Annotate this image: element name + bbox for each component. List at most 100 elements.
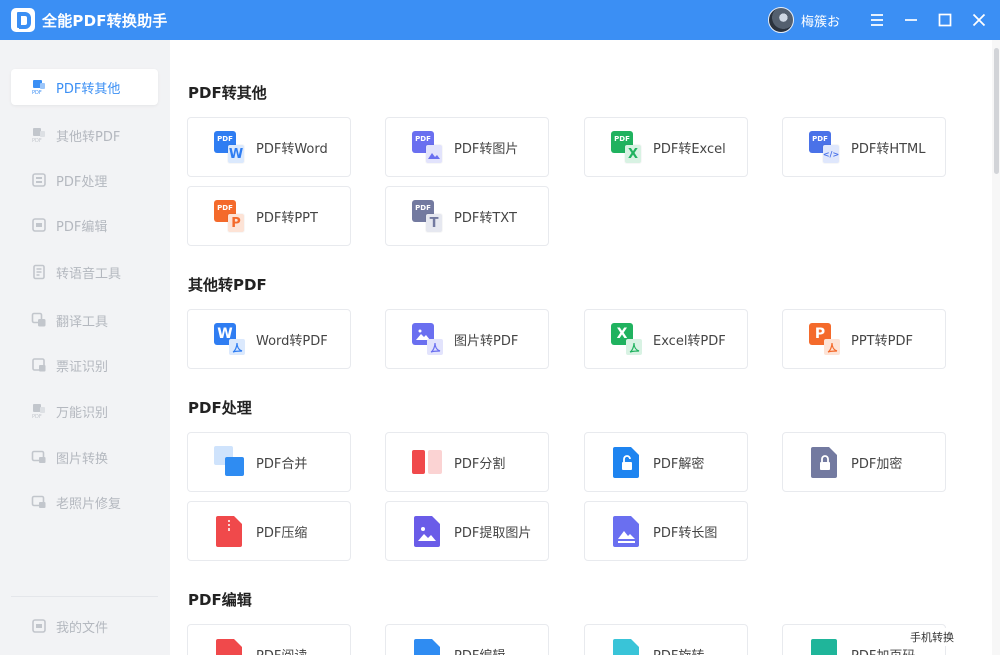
voice-document-icon bbox=[31, 264, 47, 280]
card-pdf-extract-image[interactable]: PDF提取图片 bbox=[385, 501, 549, 561]
pdf-merge-icon bbox=[214, 446, 246, 478]
sidebar-item-voice-tools[interactable]: 转语音工具 bbox=[11, 254, 158, 290]
pdf-to-word-icon: PDF W bbox=[214, 131, 246, 163]
username[interactable]: 梅簇お bbox=[801, 11, 840, 30]
card-label: PDF加密 bbox=[851, 456, 903, 472]
scrollbar[interactable] bbox=[992, 40, 1000, 655]
sidebar-item-label: 翻译工具 bbox=[56, 314, 109, 330]
card-pdf-read[interactable]: PDF阅读 bbox=[187, 624, 351, 655]
card-label: Word转PDF bbox=[256, 333, 328, 349]
svg-text:PDF: PDF bbox=[32, 414, 42, 419]
photo-repair-icon bbox=[31, 494, 47, 510]
sidebar-item-universal-recognition[interactable]: PDF 万能识别 bbox=[11, 393, 158, 429]
sidebar-item-label: PDF编辑 bbox=[56, 219, 108, 235]
close-icon[interactable] bbox=[962, 0, 996, 40]
card-pdf-rotate[interactable]: PDF旋转 bbox=[584, 624, 748, 655]
sidebar-item-pdf-edit[interactable]: PDF编辑 bbox=[11, 207, 158, 243]
image-convert-icon bbox=[31, 449, 47, 465]
ppt-to-pdf-icon: P bbox=[809, 323, 841, 355]
card-pdf-to-txt[interactable]: PDF T PDF转TXT bbox=[385, 186, 549, 246]
user-avatar[interactable] bbox=[767, 7, 794, 33]
card-pdf-to-excel[interactable]: PDF X PDF转Excel bbox=[584, 117, 748, 177]
pdf-to-image-icon: PDF bbox=[412, 131, 444, 163]
card-label: PDF编辑 bbox=[454, 645, 505, 655]
pdf-split-icon bbox=[412, 446, 444, 478]
card-pdf-compress[interactable]: PDF压缩 bbox=[187, 501, 351, 561]
universal-recognition-icon: PDF bbox=[31, 403, 47, 419]
card-label: 图片转PDF bbox=[454, 333, 519, 349]
card-pdf-to-long-image[interactable]: PDF转长图 bbox=[584, 501, 748, 561]
section-title: 其他转PDF bbox=[188, 276, 267, 294]
card-ppt-to-pdf[interactable]: P PPT转PDF bbox=[782, 309, 946, 369]
scrollbar-thumb[interactable] bbox=[994, 48, 999, 174]
card-label: PDF解密 bbox=[653, 456, 705, 472]
card-pdf-to-ppt[interactable]: PDF P PDF转PPT bbox=[187, 186, 351, 246]
sidebar-divider bbox=[11, 596, 158, 597]
card-image-to-pdf[interactable]: 图片转PDF bbox=[385, 309, 549, 369]
card-pdf-encrypt[interactable]: PDF加密 bbox=[782, 432, 946, 492]
card-label: PDF分割 bbox=[454, 456, 506, 472]
sidebar-item-label: 其他转PDF bbox=[56, 129, 121, 145]
card-label: PDF转TXT bbox=[454, 210, 517, 226]
sidebar-item-pdf-to-other[interactable]: PDF PDF转其他 bbox=[11, 69, 158, 105]
svg-text:PDF: PDF bbox=[32, 90, 42, 95]
pdf-read-icon bbox=[214, 638, 246, 655]
main-content: PDF转其他 PDF W PDF转Word PDF PDF转图片 PDF X P… bbox=[170, 40, 1000, 655]
card-pdf-decrypt[interactable]: PDF解密 bbox=[584, 432, 748, 492]
sidebar-item-pdf-process[interactable]: PDF处理 bbox=[11, 162, 158, 198]
card-pdf-to-image[interactable]: PDF PDF转图片 bbox=[385, 117, 549, 177]
maximize-icon[interactable] bbox=[928, 0, 962, 40]
card-pdf-split[interactable]: PDF分割 bbox=[385, 432, 549, 492]
pdf-convert-icon: PDF bbox=[31, 79, 47, 95]
pdf-to-html-icon: PDF </> bbox=[809, 131, 841, 163]
sidebar-item-other-to-pdf[interactable]: PDF 其他转PDF bbox=[11, 117, 158, 153]
card-label: PDF转长图 bbox=[653, 525, 718, 541]
pdf-to-txt-icon: PDF T bbox=[412, 200, 444, 232]
card-label: PDF阅读 bbox=[256, 645, 307, 655]
pdf-compress-icon bbox=[214, 515, 246, 547]
card-label: PDF合并 bbox=[256, 456, 308, 472]
card-pdf-edit[interactable]: PDF编辑 bbox=[385, 624, 549, 655]
card-label: PDF转Excel bbox=[653, 141, 726, 157]
sidebar-item-label: PDF转其他 bbox=[56, 81, 121, 97]
card-excel-to-pdf[interactable]: X Excel转PDF bbox=[584, 309, 748, 369]
pdf-page-number-icon bbox=[809, 638, 841, 655]
pdf-extract-image-icon bbox=[412, 515, 444, 547]
sidebar-item-translate[interactable]: 翻译工具 bbox=[11, 302, 158, 338]
card-label: PDF加页码 bbox=[851, 645, 915, 655]
card-pdf-to-html[interactable]: PDF </> PDF转HTML bbox=[782, 117, 946, 177]
sidebar-item-my-files[interactable]: 我的文件 bbox=[11, 608, 158, 644]
card-label: PPT转PDF bbox=[851, 333, 913, 349]
pdf-encrypt-icon bbox=[809, 446, 841, 478]
translate-icon bbox=[31, 312, 47, 328]
sidebar-item-photo-repair[interactable]: 老照片修复 bbox=[11, 484, 158, 520]
card-label: PDF转图片 bbox=[454, 141, 519, 157]
pdf-to-long-image-icon bbox=[611, 515, 643, 547]
sidebar-item-image-convert[interactable]: 图片转换 bbox=[11, 439, 158, 475]
card-label: PDF旋转 bbox=[653, 645, 704, 655]
card-label: PDF提取图片 bbox=[454, 525, 532, 541]
minimize-icon[interactable] bbox=[894, 0, 928, 40]
pdf-process-icon bbox=[31, 172, 47, 188]
my-files-icon bbox=[31, 618, 47, 634]
sidebar-item-ticket-recognition[interactable]: 票证识别 bbox=[11, 347, 158, 383]
pdf-to-ppt-icon: PDF P bbox=[214, 200, 246, 232]
card-pdf-merge[interactable]: PDF合并 bbox=[187, 432, 351, 492]
sidebar-item-label: PDF处理 bbox=[56, 174, 108, 190]
app-logo-icon bbox=[11, 8, 35, 32]
to-pdf-icon: PDF bbox=[31, 127, 47, 143]
sidebar-item-label: 转语音工具 bbox=[56, 266, 122, 282]
card-pdf-to-word[interactable]: PDF W PDF转Word bbox=[187, 117, 351, 177]
pdf-edit-card-icon bbox=[412, 638, 444, 655]
pdf-rotate-icon bbox=[611, 638, 643, 655]
sidebar-item-label: 我的文件 bbox=[56, 620, 109, 636]
pdf-edit-icon bbox=[31, 217, 47, 233]
title-bar: 全能PDF转换助手 梅簇お bbox=[0, 0, 1000, 40]
mobile-convert-link[interactable]: 手机转换 bbox=[907, 628, 957, 646]
card-word-to-pdf[interactable]: W Word转PDF bbox=[187, 309, 351, 369]
section-title: PDF编辑 bbox=[188, 591, 252, 609]
menu-icon[interactable] bbox=[860, 0, 894, 40]
card-label: Excel转PDF bbox=[653, 333, 726, 349]
sidebar: PDF PDF转其他 PDF 其他转PDF PDF处理 PDF编辑 转语音工具 … bbox=[0, 40, 170, 655]
image-to-pdf-icon bbox=[412, 323, 444, 355]
